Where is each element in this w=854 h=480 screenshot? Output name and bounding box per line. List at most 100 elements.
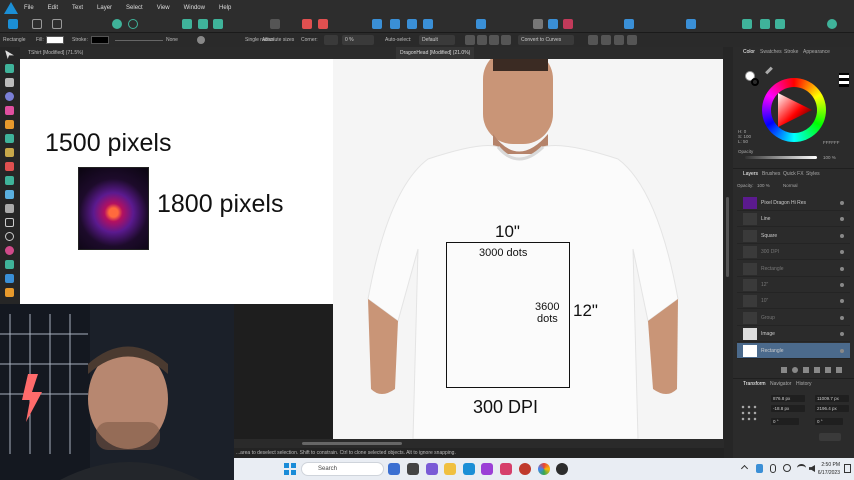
corner-value-field[interactable]: 0 % xyxy=(342,35,374,45)
layer-row[interactable]: 10" xyxy=(737,293,850,310)
layer-visibility-icon[interactable] xyxy=(840,250,844,255)
anchor-icon[interactable] xyxy=(477,35,487,45)
transform-y-field[interactable]: -18.8 px xyxy=(771,405,805,412)
wifi-icon[interactable] xyxy=(797,464,806,472)
layer-row[interactable]: Pixel Dragon Hi Res xyxy=(737,195,850,211)
menu-layer[interactable]: Layer xyxy=(97,5,112,11)
microphone-icon[interactable] xyxy=(770,464,776,473)
corner-tool-icon[interactable] xyxy=(5,92,14,101)
flip-icon[interactable] xyxy=(302,19,312,29)
tab-brushes[interactable]: Brushes xyxy=(762,171,780,177)
layer-visibility-icon[interactable] xyxy=(840,217,844,222)
transform-origin-icon[interactable] xyxy=(465,35,475,45)
align-vt-icon[interactable] xyxy=(627,35,637,45)
tab-transform[interactable]: Transform xyxy=(743,381,766,387)
tray-app-icon[interactable] xyxy=(756,464,763,473)
transform-w-field[interactable]: 11009.7 px xyxy=(815,395,849,402)
transform-h-field[interactable]: 2196.4 px xyxy=(815,405,849,412)
taskbar-affinity-publisher-icon[interactable] xyxy=(481,463,493,475)
adjustment-icon[interactable] xyxy=(803,367,809,373)
layer-row[interactable]: Rectangle xyxy=(737,261,850,277)
crop-icon[interactable] xyxy=(533,19,543,29)
frame-text-icon[interactable] xyxy=(5,274,14,283)
align-left-icon[interactable] xyxy=(372,19,382,29)
taskbar-affinity-designer-icon[interactable] xyxy=(463,463,475,475)
transform-x-field[interactable]: 876.8 px xyxy=(771,395,805,402)
tab-appearance[interactable]: Appearance xyxy=(803,49,830,55)
layer-row[interactable]: Line xyxy=(737,211,850,228)
place-image-icon[interactable] xyxy=(5,190,14,199)
taskbar-search-box[interactable]: Search xyxy=(301,462,384,476)
stroke-settings-icon[interactable] xyxy=(197,36,205,44)
arrange-icon[interactable] xyxy=(270,19,280,29)
align-hc-icon[interactable] xyxy=(601,35,611,45)
taskbar-chrome-icon[interactable] xyxy=(538,463,550,475)
ellipse-tool-icon[interactable] xyxy=(5,232,14,241)
artistic-text-icon[interactable] xyxy=(5,260,14,269)
vector-brush-icon[interactable] xyxy=(5,134,14,143)
notification-icon[interactable] xyxy=(844,464,851,473)
stroke-width-slider[interactable] xyxy=(115,40,163,41)
add-layer-icon[interactable] xyxy=(825,367,831,373)
tab-styles[interactable]: Styles xyxy=(806,171,820,177)
color-picker-icon[interactable] xyxy=(563,19,573,29)
grid-icon[interactable] xyxy=(182,19,192,29)
grid-snap-icon[interactable] xyxy=(198,19,208,29)
tab-dragonhead[interactable]: DragonHead [Modified] (21.0%) xyxy=(396,47,475,59)
anchor-selector[interactable] xyxy=(740,404,757,421)
align-hr-icon[interactable] xyxy=(614,35,624,45)
move-tool-icon[interactable] xyxy=(5,50,14,59)
tab-layers[interactable]: Layers xyxy=(743,171,758,177)
fill-tool-icon[interactable] xyxy=(5,162,14,171)
eyedropper-icon[interactable] xyxy=(765,66,773,75)
grid-align-icon[interactable] xyxy=(213,19,223,29)
transform-rotation-field[interactable]: 0 ° xyxy=(771,418,799,425)
convert-to-curves-button[interactable]: Convert to Curves xyxy=(518,35,574,45)
delete-layer-icon[interactable] xyxy=(836,367,842,373)
taskbar-teams-icon[interactable] xyxy=(426,463,438,475)
horizontal-scroll-thumb[interactable] xyxy=(302,442,402,445)
tab-color[interactable]: Color xyxy=(743,49,755,55)
tab-swatches[interactable]: Swatches xyxy=(760,49,782,55)
crop-tool-icon[interactable] xyxy=(5,204,14,213)
pen-tool-icon[interactable] xyxy=(5,106,14,115)
canvas-vertical-scrollbar[interactable] xyxy=(723,47,733,458)
menu-view[interactable]: View xyxy=(157,5,170,11)
menu-help[interactable]: Help xyxy=(219,5,231,11)
dragon-artwork[interactable] xyxy=(78,167,149,250)
layer-fx-icon[interactable] xyxy=(781,367,787,373)
gear-icon[interactable] xyxy=(112,19,122,29)
layer-visibility-icon[interactable] xyxy=(840,348,844,353)
studio-link-icon[interactable] xyxy=(742,19,752,29)
volume-icon[interactable] xyxy=(809,465,815,472)
layer-opacity-value[interactable]: 100 % xyxy=(757,183,770,188)
opacity-value[interactable]: 100 % xyxy=(823,155,836,160)
tab-navigator[interactable]: Navigator xyxy=(770,381,791,387)
menu-window[interactable]: Window xyxy=(184,5,205,11)
snapping-icon[interactable] xyxy=(128,19,138,29)
bounding-box-icon[interactable] xyxy=(489,35,499,45)
layer-visibility-icon[interactable] xyxy=(840,283,844,287)
distribute-icon[interactable] xyxy=(476,19,486,29)
node-tool-icon[interactable] xyxy=(5,64,14,73)
color-mode-icon[interactable] xyxy=(839,73,849,87)
tab-tshirt[interactable]: TShirt [Modified] (71.5%) xyxy=(24,47,87,59)
tray-status-icon[interactable] xyxy=(783,464,791,472)
align-center-icon[interactable] xyxy=(390,19,400,29)
pencil-tool-icon[interactable] xyxy=(5,120,14,129)
layer-row[interactable]: Group xyxy=(737,310,850,326)
menu-edit[interactable]: Edit xyxy=(48,5,58,11)
taskbar-media-icon[interactable] xyxy=(556,463,568,475)
designer-persona-icon[interactable] xyxy=(8,19,18,29)
taskbar-affinity-photo-icon[interactable] xyxy=(500,463,512,475)
windows-start-icon[interactable] xyxy=(284,463,296,475)
layer-visibility-icon[interactable] xyxy=(840,233,844,238)
shape-tool-icon[interactable] xyxy=(5,246,14,255)
tab-stroke[interactable]: Stroke xyxy=(784,49,798,55)
geometry-icon[interactable] xyxy=(501,35,511,45)
layer-visibility-icon[interactable] xyxy=(840,266,844,271)
rectangle-tool-icon[interactable] xyxy=(5,218,14,227)
export-persona-icon[interactable] xyxy=(52,19,62,29)
preview-icon[interactable] xyxy=(775,19,785,29)
layer-visibility-icon[interactable] xyxy=(840,299,844,304)
